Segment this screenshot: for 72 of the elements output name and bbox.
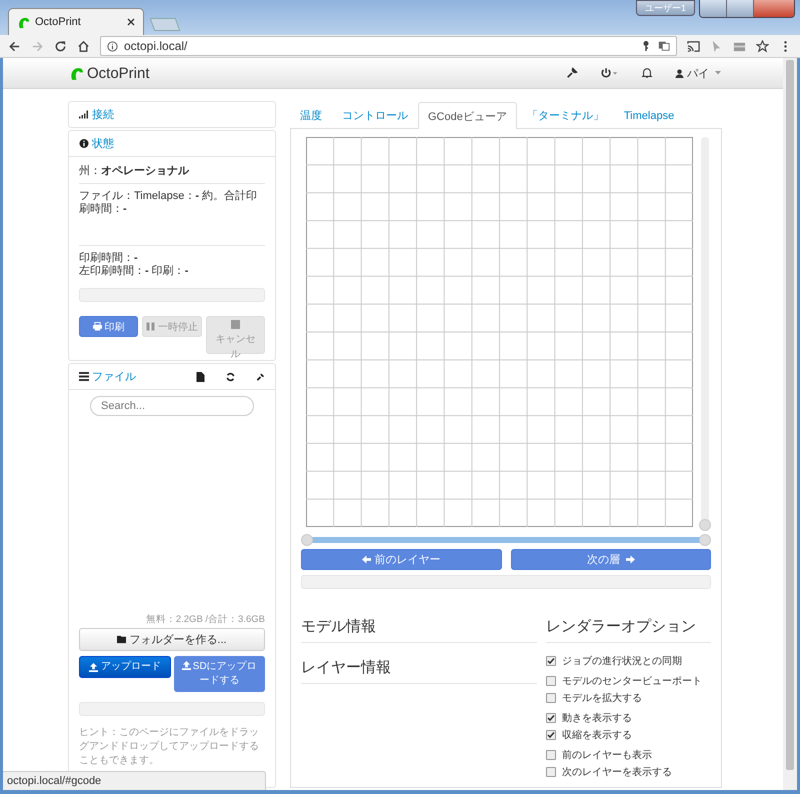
file-icon[interactable] xyxy=(196,372,205,382)
address-bar[interactable]: octopi.local/ xyxy=(100,36,677,56)
star-icon[interactable] xyxy=(756,40,769,52)
brand-name[interactable]: OctoPrint xyxy=(87,64,150,82)
wrench-icon[interactable] xyxy=(256,372,265,382)
print-button[interactable]: 印刷 xyxy=(79,316,138,337)
checkmark-icon xyxy=(547,730,555,738)
search-field[interactable]: Search... xyxy=(90,396,254,416)
pause-icon xyxy=(146,322,155,331)
tab[interactable]: 「ターミナル」 xyxy=(516,102,614,128)
hint-text: ヒント：このページにファイルをドラッグアンドドロップしてアップロードすることもできます。 xyxy=(79,726,260,768)
state-text: 州：オペレーショナル xyxy=(79,161,265,184)
arrow-right-icon xyxy=(626,555,635,564)
next-layer-button[interactable]: 次の層 xyxy=(510,549,711,570)
info-icon xyxy=(107,40,118,52)
tab[interactable]: 温度 xyxy=(290,102,332,128)
back-icon[interactable] xyxy=(8,40,21,52)
signal-icon xyxy=(79,110,89,119)
tab-title: OctoPrint xyxy=(35,16,82,28)
position-slider[interactable] xyxy=(301,534,711,546)
checkbox-option[interactable]: 次のレイヤーを表示する xyxy=(546,763,711,780)
files-link[interactable]: ファイル xyxy=(92,369,136,384)
close-icon[interactable] xyxy=(127,18,135,26)
layer-slider[interactable] xyxy=(699,137,711,531)
section-heading: モデル情報 xyxy=(301,617,537,643)
checkbox-option[interactable]: モデルを拡大する xyxy=(546,689,711,706)
checkbox-option[interactable]: 前のレイヤーも表示 xyxy=(546,746,711,763)
arrow-left-icon xyxy=(362,555,372,564)
caret-icon xyxy=(715,71,721,75)
octopus-logo-icon xyxy=(69,66,84,80)
connection-link[interactable]: 接続 xyxy=(92,107,114,122)
checkbox-option[interactable]: ジョブの進行状況との同期 xyxy=(546,652,711,669)
previous-layer-button[interactable]: 前のレイヤー xyxy=(301,549,502,570)
upload-icon xyxy=(88,662,98,672)
info-icon xyxy=(79,139,89,148)
new-folder-button[interactable]: フォルダーを作る... xyxy=(79,628,265,651)
print-time-text: 印刷時間：- xyxy=(79,252,139,265)
folder-icon xyxy=(117,635,126,644)
upload-button[interactable]: アップロード xyxy=(79,656,170,678)
bell-icon[interactable] xyxy=(641,67,653,79)
status-bar: octopi.local/#gcode xyxy=(3,771,266,790)
scrollbar[interactable] xyxy=(783,58,797,790)
time-left-text: 左印刷時間：- 印刷：- xyxy=(79,265,190,278)
user-menu[interactable]: パイ xyxy=(675,66,721,80)
translate-icon[interactable] xyxy=(658,40,670,52)
section-heading: レンダラーオプション xyxy=(546,617,711,643)
power-icon[interactable] xyxy=(600,67,619,79)
user-icon xyxy=(675,68,684,78)
home-icon[interactable] xyxy=(77,40,90,52)
upload-icon xyxy=(182,661,191,670)
refresh-icon[interactable] xyxy=(226,372,235,382)
wrench-icon[interactable] xyxy=(566,67,578,79)
reload-icon[interactable] xyxy=(54,40,67,52)
checkbox-option[interactable]: モデルのセンタービューポート xyxy=(546,672,711,689)
storage-usage-text: 無料：2.2GB /合計：3.6GB xyxy=(144,613,265,626)
tab[interactable]: GCodeビューア xyxy=(418,102,517,129)
checkmark-icon xyxy=(547,714,555,722)
file-info-text: ファイル：Timelapse：- 約。合計印刷時間：- xyxy=(79,184,265,246)
checkmark-icon xyxy=(547,656,555,664)
browser-tab[interactable]: OctoPrint xyxy=(8,8,144,35)
checkbox-option[interactable]: 収縮を表示する xyxy=(546,726,711,743)
section-heading: レイヤー情報 xyxy=(301,658,537,684)
window-controls-drawing[interactable] xyxy=(699,0,795,18)
stop-icon xyxy=(231,320,240,329)
cast-icon[interactable] xyxy=(687,40,700,52)
state-link[interactable]: 状態 xyxy=(92,136,114,151)
tab[interactable]: コントロール xyxy=(332,102,418,128)
list-icon xyxy=(79,372,89,381)
checkbox-option[interactable]: 動きを表示する xyxy=(546,709,711,726)
octopus-logo-icon xyxy=(17,16,30,28)
tab[interactable]: Timelapse xyxy=(614,102,684,128)
printer-icon xyxy=(92,322,102,331)
